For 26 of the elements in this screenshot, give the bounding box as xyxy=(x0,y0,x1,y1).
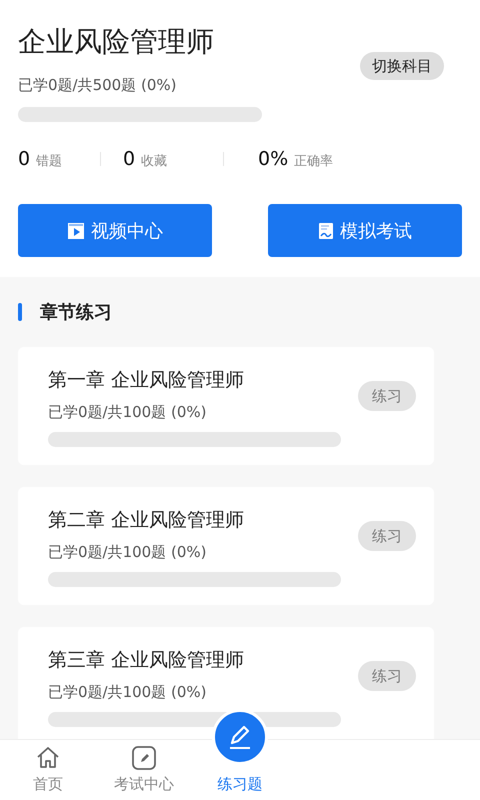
chapter-title: 第一章 企业风险管理师 xyxy=(48,368,246,393)
page-title: 企业风险管理师 xyxy=(18,24,214,60)
section-title: 章节练习 xyxy=(40,301,112,324)
score-sheet-icon xyxy=(318,222,334,240)
progress-text: 已学0题/共100题 (0%) xyxy=(48,543,208,562)
tab[interactable]: 首页 xyxy=(0,740,96,800)
chapter-title: 第三章 企业风险管理师 xyxy=(48,648,246,673)
chapter-title: 第二章 企业风险管理师 xyxy=(48,508,246,533)
stat-label: 收藏 xyxy=(141,153,168,170)
tab[interactable]: 练习题 xyxy=(192,709,288,800)
stat-label: 正确率 xyxy=(294,153,334,170)
progress-text: 已学0题/共500题 (0%) xyxy=(18,76,178,95)
switch-subject-button[interactable]: 切换科目 xyxy=(360,52,444,80)
video-icon xyxy=(67,222,85,240)
progress-text: 已学0题/共100题 (0%) xyxy=(48,403,208,422)
accent-bar xyxy=(18,303,22,321)
stat-value: 0 xyxy=(18,148,30,170)
action-button[interactable]: 模拟考试 xyxy=(268,204,462,257)
action-button[interactable]: 视频中心 xyxy=(18,204,212,257)
home-icon xyxy=(35,745,61,771)
stat-value: 0% xyxy=(258,148,288,170)
edit-icon xyxy=(131,745,157,771)
tab[interactable]: 考试中心 xyxy=(96,740,192,800)
stat-label: 错题 xyxy=(36,153,62,170)
stat-value: 0 xyxy=(123,148,136,170)
progress-text: 已学0题/共100题 (0%) xyxy=(48,683,208,702)
